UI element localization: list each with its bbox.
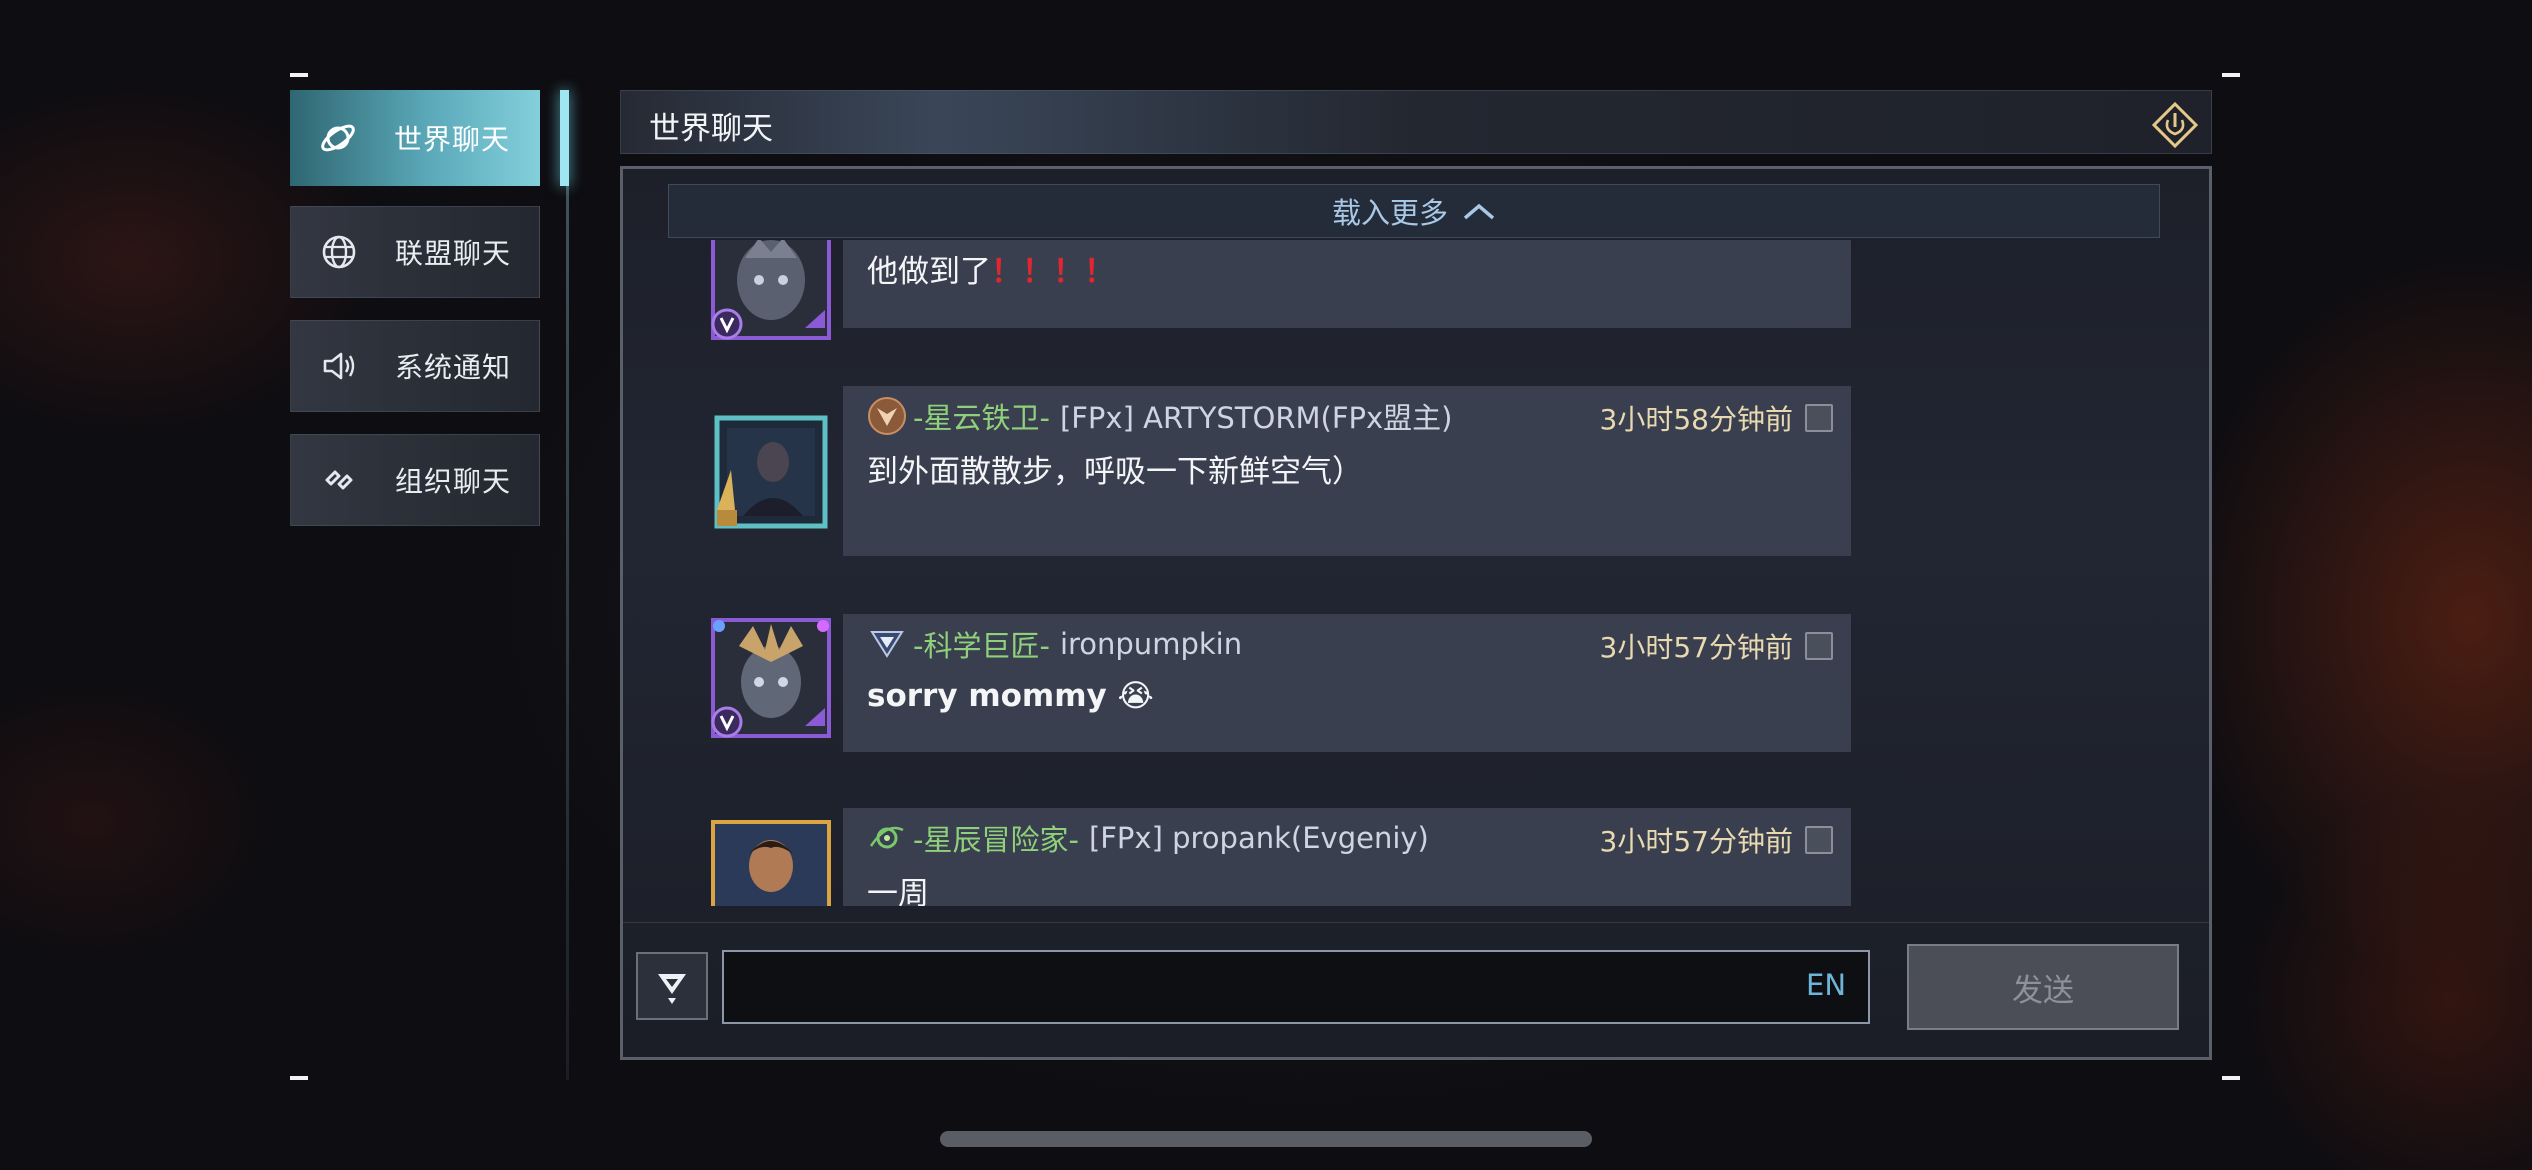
timestamp: 3小时58分钟前 [1599,403,1793,436]
player-title: -星辰冒险家- [913,823,1079,857]
link-icon [311,452,367,508]
planet-icon [310,110,366,166]
home-indicator[interactable] [940,1131,1592,1147]
language-toggle[interactable]: EN [1806,968,1846,1002]
avatar[interactable] [709,818,833,906]
tab-alliance-chat[interactable]: 联盟聊天 [290,206,540,298]
tab-org-chat[interactable]: 组织聊天 [290,434,540,526]
input-divider [623,922,2209,923]
timestamp: 3小时57分钟前 [1599,825,1793,858]
message-list[interactable]: 他做到了！！！！ -星云铁卫- [FPx] ARTYSTORM(FPx盟主) 3… [623,240,2209,906]
message-text: 他做到了！！！！ [867,254,1115,290]
timestamp: 3小时57分钟前 [1599,631,1793,664]
active-tab-indicator [560,90,569,186]
message-text: sorry mommy 😭 [867,678,1154,714]
page-title: 世界聊天 [649,111,773,147]
game-chat-screen: 世界聊天 联盟聊天 系统通知 组织聊天 世界聊天 载入更多 他做到了！！！！ -… [0,0,2532,1170]
globe-icon [311,224,367,280]
tab-label: 世界聊天 [394,123,511,156]
message-bubble: -星辰冒险家- [FPx] propank(Evgeniy) 3小时57分钟前 … [843,808,1851,906]
corner-mark [290,73,308,77]
avatar[interactable] [709,616,833,740]
emoji-button[interactable] [636,952,708,1020]
sidebar-divider [566,90,569,1080]
message-bubble: 他做到了！！！！ [843,240,1851,328]
bronze-badge-icon [868,397,906,435]
chat-header: 世界聊天 [620,90,2212,154]
tab-label: 联盟聊天 [395,237,512,270]
load-more-button[interactable]: 载入更多 [668,184,2160,238]
corner-mark [2222,73,2240,77]
emoji-toggle-icon [658,974,686,1004]
chevron-up-icon [1463,203,1495,220]
load-more-label: 载入更多 [1331,196,1448,230]
message-bubble: -星云铁卫- [FPx] ARTYSTORM(FPx盟主) 3小时58分钟前 到… [843,386,1851,556]
player-title: -科学巨匠- [913,629,1050,663]
tab-label: 组织聊天 [395,465,512,498]
player-name[interactable]: [FPx] ARTYSTORM(FPx盟主) [1060,395,1453,437]
sender-line: -星辰冒险家- [FPx] propank(Evgeniy) [867,818,1429,858]
avatar[interactable] [709,410,833,534]
message-text: 一周 [867,876,929,906]
corner-mark [290,1076,308,1080]
exclamation-marks: ！！！！ [991,254,1115,290]
tab-world-chat[interactable]: 世界聊天 [290,90,540,186]
report-icon[interactable] [1805,404,1833,432]
green-badge-icon [869,826,904,849]
triangle-badge-icon [870,631,904,658]
chat-input[interactable] [722,950,1870,1024]
player-title: -星云铁卫- [913,401,1050,435]
sender-line: -星云铁卫- [FPx] ARTYSTORM(FPx盟主) [867,396,1453,436]
report-icon[interactable] [1805,632,1833,660]
corner-mark [2222,1076,2240,1080]
sender-line: -科学巨匠- ironpumpkin [867,624,1242,664]
player-name[interactable]: ironpumpkin [1060,627,1242,661]
message-bubble: -科学巨匠- ironpumpkin 3小时57分钟前 sorry mommy … [843,614,1851,752]
avatar[interactable] [709,240,833,342]
speaker-icon [311,338,367,394]
send-button[interactable]: 发送 [1907,944,2179,1030]
tab-system-notice[interactable]: 系统通知 [290,320,540,412]
power-exit-icon[interactable] [2150,100,2200,150]
tab-label: 系统通知 [395,351,512,384]
report-icon[interactable] [1805,826,1833,854]
player-name[interactable]: [FPx] propank(Evgeniy) [1089,821,1429,855]
message-text: 到外面散散步，呼吸一下新鲜空气） [867,454,1363,490]
